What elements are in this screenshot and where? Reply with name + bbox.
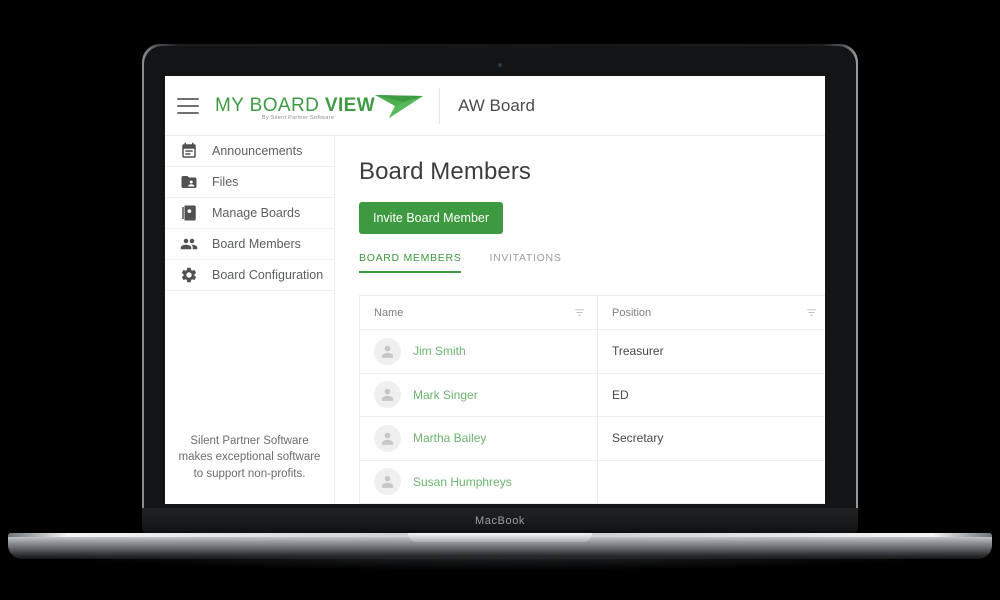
member-position-text: ED [612, 387, 629, 402]
sidebar-item-label: Announcements [212, 144, 303, 158]
gear-icon [179, 266, 198, 285]
header-divider [439, 87, 441, 124]
folder-shared-icon [179, 173, 198, 192]
device-model-label: MacBook [474, 515, 526, 527]
table-body: Jim Smith Treasurer Mark Singer ED Marth… [360, 330, 825, 504]
avatar [374, 381, 401, 409]
column-header-position-label: Position [612, 306, 652, 319]
member-position-cell: ED [598, 374, 825, 417]
sidebar-item-files[interactable]: Files [165, 167, 334, 198]
calendar-icon [179, 142, 198, 161]
sidebar-item-label: Manage Boards [212, 206, 301, 220]
member-name-link[interactable]: Mark Singer [413, 388, 478, 402]
avatar [374, 337, 401, 365]
tab-board-members[interactable]: BOARD MEMBERS [359, 252, 462, 273]
member-position-cell: Treasurer [598, 330, 825, 373]
contact-page-icon [179, 204, 198, 223]
logo-text-light: MY BOARD [215, 94, 325, 116]
board-title: AW Board [458, 95, 535, 115]
sidebar-item-manage-boards[interactable]: Manage Boards [165, 198, 334, 229]
member-name-cell: Mark Singer [360, 373, 598, 416]
filter-icon[interactable] [806, 307, 817, 318]
webcam-icon [497, 63, 503, 68]
tab-bar: BOARD MEMBERS INVITATIONS [359, 252, 825, 273]
member-name-link[interactable]: Martha Bailey [413, 431, 486, 445]
screenshot-stage: MY BOARD VIEW By Silent Partner Software… [0, 0, 1000, 600]
app-body: Announcements Files Manage Boards Board … [165, 136, 825, 504]
logo-text-bold: VIEW [324, 94, 376, 116]
table-row[interactable]: Martha Bailey Secretary [360, 417, 825, 461]
main-content: Board Members Invite Board Member BOARD … [335, 136, 825, 504]
member-position-cell: Secretary [598, 417, 825, 460]
logo-text: MY BOARD VIEW [215, 95, 375, 117]
sidebar-item-label: Board Members [212, 237, 301, 251]
table-row[interactable]: Jim Smith Treasurer [360, 330, 825, 374]
logo-tagline: By Silent Partner Software [261, 114, 335, 121]
tab-invitations[interactable]: INVITATIONS [489, 252, 561, 273]
member-position-text: Treasurer [612, 344, 664, 359]
sidebar-item-label: Board Configuration [212, 268, 324, 282]
invite-board-member-button[interactable]: Invite Board Member [359, 202, 504, 234]
sidebar-item-board-members[interactable]: Board Members [165, 229, 334, 260]
member-name-link[interactable]: Susan Humphreys [413, 475, 512, 489]
sidebar-nav-list: Announcements Files Manage Boards Board … [165, 136, 334, 291]
column-header-name[interactable]: Name [360, 296, 598, 329]
member-name-link[interactable]: Jim Smith [413, 344, 466, 358]
column-header-position[interactable]: Position [598, 296, 825, 329]
laptop-base-shadow [60, 556, 940, 570]
sidebar-item-board-configuration[interactable]: Board Configuration [165, 260, 334, 291]
sidebar-item-label: Files [212, 175, 239, 189]
people-icon [179, 235, 198, 254]
column-header-name-label: Name [374, 306, 404, 319]
member-position-cell [598, 461, 825, 504]
sidebar-footer-text: Silent Partner Software makes exceptiona… [178, 435, 321, 480]
avatar [374, 468, 401, 496]
sidebar-item-announcements[interactable]: Announcements [165, 136, 334, 167]
table-row[interactable]: Susan Humphreys [360, 460, 825, 504]
member-name-cell: Jim Smith [360, 330, 598, 373]
member-position-text: Secretary [612, 431, 664, 446]
laptop-screen: MY BOARD VIEW By Silent Partner Software… [165, 76, 825, 504]
member-name-cell: Susan Humphreys [360, 460, 598, 503]
table-row[interactable]: Mark Singer ED [360, 373, 825, 417]
member-name-cell: Martha Bailey [360, 417, 598, 460]
laptop-base-notch [408, 533, 592, 542]
laptop-bottom-bezel: MacBook [142, 508, 858, 534]
hamburger-icon[interactable] [177, 97, 199, 114]
page-title: Board Members [359, 158, 532, 185]
app-header: MY BOARD VIEW By Silent Partner Software… [165, 76, 825, 136]
table-header-row: Name Position [360, 296, 825, 330]
app-logo[interactable]: MY BOARD VIEW By Silent Partner Software [215, 91, 425, 121]
board-members-table: Name Position Jim Smith Treasurer Mark S… [359, 295, 825, 504]
avatar [374, 424, 401, 452]
sidebar: Announcements Files Manage Boards Board … [165, 136, 335, 504]
filter-icon[interactable] [574, 307, 585, 318]
